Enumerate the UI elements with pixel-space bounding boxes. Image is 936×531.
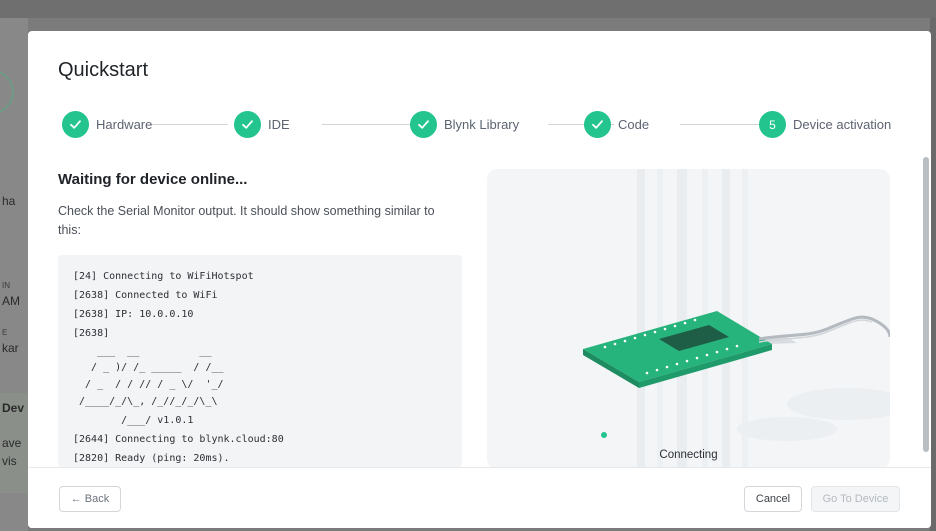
- background-avatar: [0, 70, 14, 114]
- cancel-button[interactable]: Cancel: [744, 486, 802, 512]
- step-label: Code: [618, 117, 650, 132]
- step-blynk-library: Blynk Library: [410, 111, 519, 138]
- serial-line: / _ )/ /_ _____ / /__: [73, 362, 224, 373]
- background-text: ave: [2, 436, 22, 450]
- check-icon: [234, 111, 261, 138]
- serial-line: / _ / / // / _ \/ '_/: [73, 379, 224, 390]
- check-icon: [410, 111, 437, 138]
- check-icon: [62, 111, 89, 138]
- serial-output-box: [24] Connecting to WiFiHotspot [2638] Co…: [58, 255, 462, 467]
- step-device-activation: 5 Device activation: [759, 111, 891, 138]
- quickstart-modal: Quickstart Hardware IDE Blynk Library Co…: [28, 31, 931, 528]
- serial-line: ___ __ __: [73, 346, 212, 357]
- check-icon: [584, 111, 611, 138]
- step-label: Device activation: [793, 117, 892, 132]
- step-number: 5: [759, 111, 786, 138]
- step-hardware: Hardware: [62, 111, 152, 138]
- step-code: Code: [584, 111, 649, 138]
- instructions: Waiting for device online... Check the S…: [58, 171, 468, 240]
- serial-line: /____/_/\_, /_//_/_/\_\: [73, 396, 218, 407]
- background-text: vis: [2, 454, 17, 468]
- step-label: IDE: [268, 117, 290, 132]
- board-graphic: [583, 169, 890, 469]
- serial-line: [2638] Connected to WiFi: [73, 290, 218, 301]
- background-left-panel: ha IN AM E kar Dev ave vis: [0, 18, 28, 531]
- serial-line: [2638] IP: 10.0.0.10: [73, 309, 194, 320]
- step-ide: IDE: [234, 111, 290, 138]
- stepper-connector: [150, 124, 228, 125]
- section-heading: Waiting for device online...: [58, 171, 248, 188]
- serial-line: [2820] Ready (ping: 20ms).: [73, 453, 230, 464]
- back-button[interactable]: ← Back: [59, 486, 121, 512]
- go-to-device-button[interactable]: Go To Device: [811, 486, 900, 512]
- step-label: Hardware: [96, 117, 153, 132]
- modal-footer: ← Back Cancel Go To Device: [28, 467, 931, 528]
- serial-line: /___/ v1.0.1: [73, 415, 194, 426]
- stepper: Hardware IDE Blynk Library Code 5 Device…: [62, 111, 892, 139]
- device-illustration: Connecting: [487, 169, 890, 469]
- scrollbar-thumb[interactable]: [923, 157, 929, 452]
- modal-title: Quickstart: [58, 59, 149, 81]
- background-text: E: [2, 328, 8, 337]
- connection-status: Connecting: [659, 449, 718, 461]
- scrollbar[interactable]: [921, 91, 931, 466]
- background-top-bar: [0, 0, 936, 18]
- background-text: AM: [2, 294, 20, 308]
- background-text: IN: [2, 281, 10, 290]
- serial-line: [2638]: [73, 328, 110, 339]
- step-label: Blynk Library: [444, 117, 520, 132]
- serial-line: [2644] Connecting to blynk.cloud:80: [73, 434, 284, 445]
- section-description: Check the Serial Monitor output. It shou…: [58, 204, 435, 237]
- serial-line: [24] Connecting to WiFiHotspot: [73, 271, 254, 282]
- background-text: kar: [2, 341, 19, 355]
- background-text: Dev: [2, 401, 25, 415]
- background-text: ha: [2, 194, 16, 208]
